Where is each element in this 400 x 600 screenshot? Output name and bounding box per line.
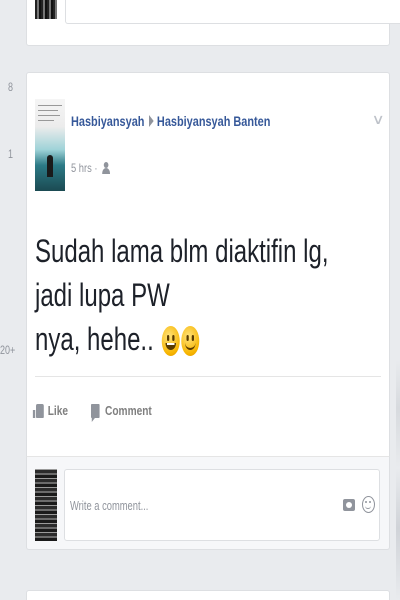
smiley-icon[interactable] [362, 496, 375, 513]
gutter-count-1: 8 [8, 80, 14, 94]
author-avatar[interactable] [35, 99, 65, 191]
avatar [35, 0, 57, 19]
post-card: Hasbiyansyah Hasbiyansyah Banten ∨ 5 hrs … [26, 72, 390, 460]
news-feed: 8 1 20+ Hasbiyansyah Hasbiyansyah Banten … [0, 0, 400, 600]
target-name[interactable]: Hasbiyansyah Banten [157, 113, 270, 129]
comment-composer: Write a comment... [26, 456, 390, 550]
chevron-down-icon[interactable]: ∨ [371, 111, 384, 128]
gutter-count-2: 1 [8, 147, 14, 161]
grinning-face-icon [161, 326, 180, 356]
comment-placeholder: Write a comment... [70, 498, 149, 513]
previous-comment-input[interactable] [65, 0, 400, 24]
arrow-right-icon [149, 115, 154, 127]
divider [35, 376, 381, 377]
post-header: Hasbiyansyah Hasbiyansyah Banten [71, 113, 270, 129]
post-message: Sudah lama blm diaktifin lg, jadi lupa P… [35, 229, 365, 361]
thumbs-up-icon [32, 403, 44, 418]
gutter-count-3: 20+ [0, 343, 16, 357]
post-message-line-1: Sudah lama blm diaktifin lg, jadi lupa P… [35, 233, 329, 313]
post-meta: 5 hrs · [71, 161, 111, 175]
comment-button[interactable]: Comment [91, 403, 152, 422]
like-button[interactable]: Like [32, 403, 68, 418]
friends-icon[interactable] [102, 162, 111, 174]
author-name[interactable]: Hasbiyansyah [71, 113, 144, 129]
comment-icon [91, 403, 100, 422]
right-edge [396, 360, 400, 600]
post-message-line-2: nya, hehe.. [35, 321, 154, 357]
smiling-face-icon [181, 326, 200, 356]
previous-post-card [26, 0, 400, 46]
timestamp[interactable]: 5 hrs [71, 161, 92, 175]
like-label: Like [47, 403, 68, 418]
next-post-card [26, 590, 390, 600]
avatar[interactable] [35, 469, 57, 541]
comment-input[interactable]: Write a comment... [64, 469, 380, 541]
camera-icon[interactable] [343, 499, 355, 511]
comment-label: Comment [105, 403, 152, 418]
